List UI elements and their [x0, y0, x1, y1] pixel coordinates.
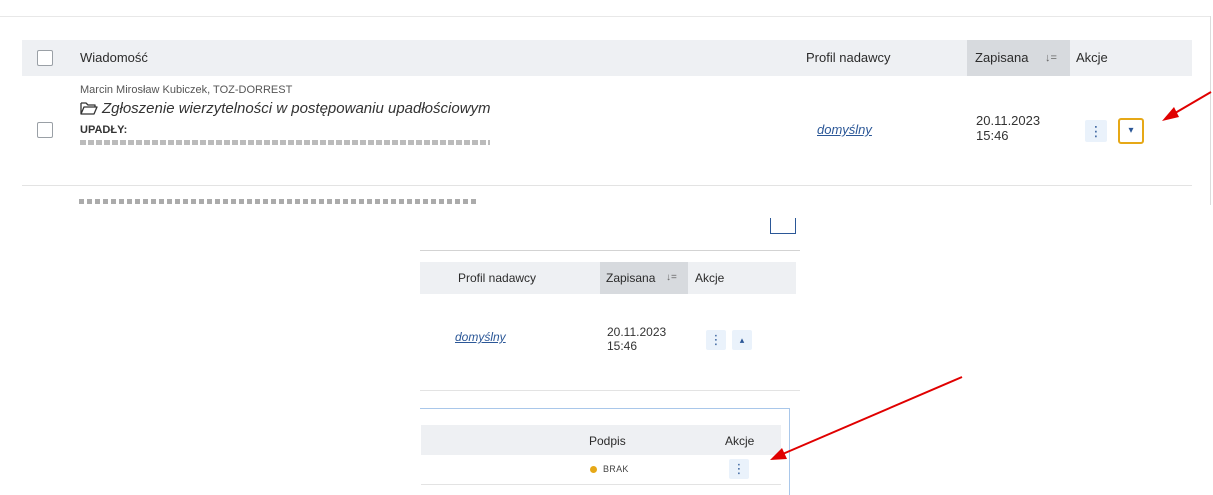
saved-datetime: 20.11.2023 15:46 [976, 113, 1040, 143]
table-row[interactable]: Marcin Mirosław Kubiczek, TOZ-DORREST Zg… [22, 76, 1192, 186]
signature-status-badge: BRAK [603, 464, 629, 474]
column-header-saved[interactable]: Zapisana ↓= [600, 262, 688, 294]
status-dot-icon [590, 466, 597, 473]
message-subject[interactable]: Zgłoszenie wierzytelności w postępowaniu… [80, 100, 491, 117]
table-header: Profil nadawcy Zapisana ↓= Akcje [420, 262, 796, 294]
panel-border-right [1210, 16, 1211, 205]
column-header-actions: Akcje [1076, 50, 1108, 65]
row-checkbox[interactable] [37, 122, 53, 138]
saved-time: 15:46 [976, 128, 1009, 143]
saved-datetime: 20.11.2023 15:46 [607, 325, 666, 353]
next-row-clipped [75, 186, 535, 204]
divider [420, 390, 800, 391]
message-preview-clipped [80, 140, 490, 145]
select-all-checkbox[interactable] [37, 50, 53, 66]
clipped-button-edge [770, 218, 796, 234]
panel-border-top [0, 16, 1211, 17]
sort-descending-icon: ↓= [666, 272, 677, 283]
attachment-row[interactable]: BRAK ⋮ [421, 455, 781, 485]
column-header-sender-profile[interactable]: Profil nadawcy [458, 271, 536, 285]
expanded-row-crop: Profil nadawcy Zapisana ↓= Akcje domyśln… [420, 212, 810, 495]
saved-date: 20.11.2023 [976, 113, 1041, 128]
row-actions-kebab-icon[interactable]: ⋮ [706, 330, 726, 350]
column-header-saved-label: Zapisana [606, 271, 656, 285]
row-actions-kebab-icon[interactable]: ⋮ [1085, 120, 1107, 142]
table-header: Wiadomość Profil nadawcy Zapisana ↓= Akc… [22, 40, 1192, 76]
saved-date: 20.11.2023 [607, 325, 667, 339]
folder-open-icon [80, 102, 98, 115]
column-header-actions: Akcje [695, 271, 725, 285]
attachments-table-header: Podpis Akcje [421, 425, 781, 455]
sender-profile-link[interactable]: domyślny [455, 330, 506, 344]
attachment-actions-kebab-icon[interactable]: ⋮ [729, 459, 749, 479]
message-subject-text: Zgłoszenie wierzytelności w postępowaniu… [102, 100, 491, 117]
column-header-actions: Akcje [725, 434, 755, 448]
message-label: UPADŁY: [80, 124, 128, 136]
expand-row-button[interactable]: ▾ [1118, 118, 1144, 144]
column-header-saved-label: Zapisana [975, 50, 1029, 65]
column-header-sender-profile[interactable]: Profil nadawcy [806, 50, 891, 65]
column-header-signature: Podpis [589, 434, 626, 448]
divider [420, 250, 800, 251]
sender-profile-link[interactable]: domyślny [817, 122, 872, 137]
message-list-panel: Wiadomość Profil nadawcy Zapisana ↓= Akc… [0, 0, 1213, 205]
message-sender: Marcin Mirosław Kubiczek, TOZ-DORREST [80, 84, 293, 96]
collapse-row-button[interactable]: ▴ [732, 330, 752, 350]
attachments-panel: Podpis Akcje BRAK ⋮ [420, 408, 790, 495]
column-header-saved[interactable]: Zapisana ↓= [967, 40, 1070, 76]
column-header-message[interactable]: Wiadomość [80, 50, 148, 65]
saved-time: 15:46 [607, 339, 638, 353]
sort-descending-icon: ↓= [1045, 52, 1057, 64]
